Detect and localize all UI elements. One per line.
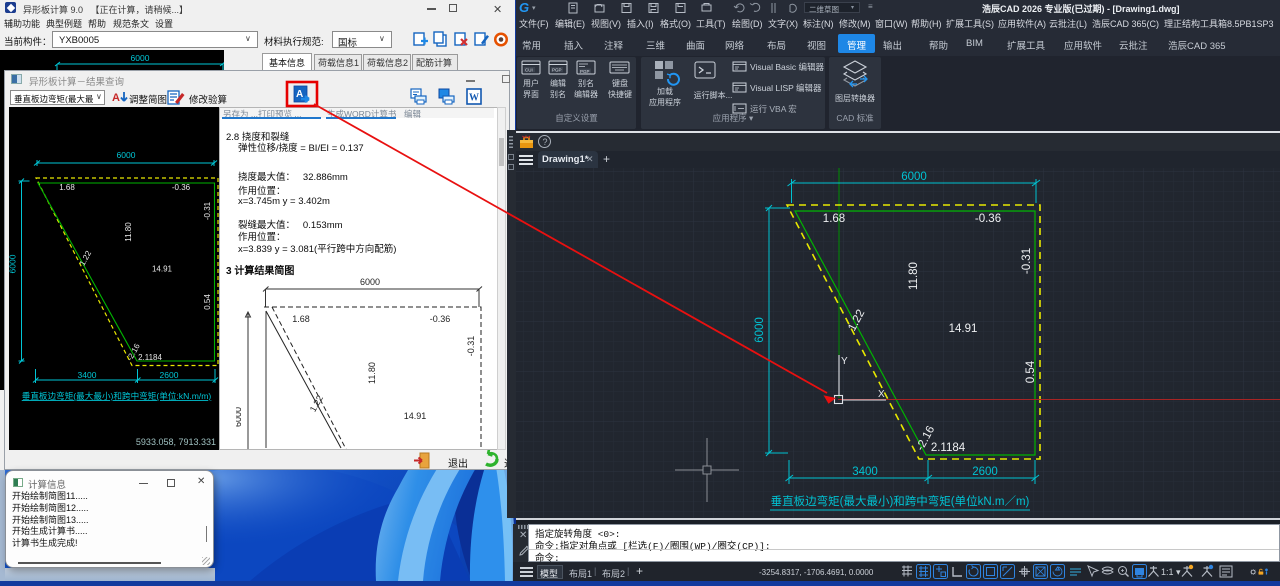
svg-text:A: A [112, 92, 120, 104]
svg-text:14.91: 14.91 [949, 323, 978, 335]
svg-text:11.80: 11.80 [124, 222, 133, 242]
svg-text:X: X [878, 389, 885, 400]
svg-text:CUI: CUI [525, 68, 533, 73]
svg-text:0.54: 0.54 [203, 294, 212, 310]
svg-text:1.68: 1.68 [292, 314, 310, 324]
svg-text:11.80: 11.80 [908, 262, 920, 290]
svg-text:Y: Y [841, 356, 848, 367]
svg-text:6000: 6000 [9, 254, 18, 273]
svg-text:-0.36: -0.36 [172, 183, 191, 192]
svg-text:6000: 6000 [117, 150, 136, 160]
svg-text:W: W [469, 93, 479, 104]
svg-text:-0.36: -0.36 [975, 213, 1001, 225]
svg-text:3400: 3400 [78, 370, 97, 380]
svg-text:Visual Basic 编辑器: Visual Basic 编辑器 [750, 62, 825, 72]
svg-text:-0.31: -0.31 [203, 201, 212, 220]
svg-text:3400: 3400 [852, 466, 878, 478]
svg-text:6000: 6000 [901, 171, 927, 183]
svg-text:Visual LISP 编辑器: Visual LISP 编辑器 [750, 83, 822, 93]
svg-text:5933.058, 7913.331: 5933.058, 7913.331 [136, 437, 216, 447]
svg-text:6000: 6000 [360, 277, 380, 287]
svg-text:1.22: 1.22 [78, 249, 94, 267]
svg-text:11.80: 11.80 [367, 362, 377, 384]
svg-text:PGP: PGP [580, 69, 590, 74]
svg-text:6000: 6000 [236, 407, 243, 427]
svg-text:2.1184: 2.1184 [931, 442, 966, 454]
svg-text:-0.36: -0.36 [430, 314, 451, 324]
svg-text:6000: 6000 [754, 317, 766, 343]
svg-text:2600: 2600 [972, 466, 998, 478]
svg-text:14.91: 14.91 [404, 411, 427, 421]
svg-text:2.1184: 2.1184 [138, 353, 162, 362]
svg-text:-0.31: -0.31 [1021, 248, 1033, 274]
svg-text:垂直板边弯矩(最大最小)和跨中弯矩(单位:kN.m/m): 垂直板边弯矩(最大最小)和跨中弯矩(单位:kN.m/m) [22, 390, 212, 401]
svg-text:6000: 6000 [131, 53, 150, 63]
svg-text:垂直板边弯矩(最大最小)和跨中弯矩(单位kN.m／m): 垂直板边弯矩(最大最小)和跨中弯矩(单位kN.m／m) [771, 494, 1030, 508]
svg-text:1.68: 1.68 [823, 213, 845, 225]
svg-text:14.91: 14.91 [152, 265, 173, 274]
svg-text:PGP: PGP [552, 68, 562, 73]
svg-text:-0.31: -0.31 [466, 336, 476, 357]
svg-text:1.68: 1.68 [59, 183, 75, 192]
svg-text:0.54: 0.54 [1025, 360, 1037, 383]
svg-text:2600: 2600 [160, 370, 179, 380]
